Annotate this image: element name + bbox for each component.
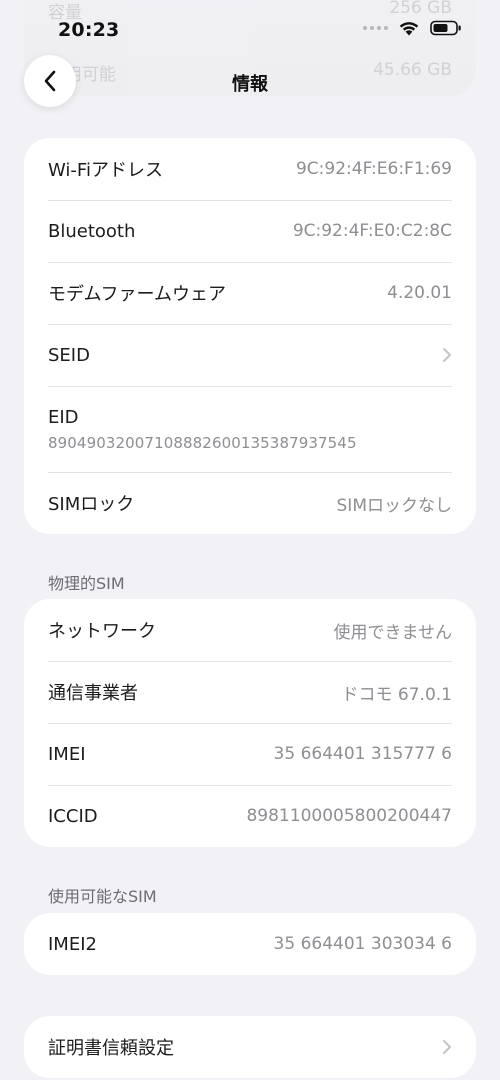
iccid-row: ICCID 8981100005800200447 [24, 785, 476, 847]
row-value: ドコモ 67.0.1 [341, 684, 452, 705]
row-label: SEID [48, 344, 90, 366]
row-value: 35 664401 315777 6 [273, 744, 452, 764]
status-bar: 20:23 [0, 0, 500, 50]
imei2-row: IMEI2 35 664401 303034 6 [24, 913, 476, 975]
row-label: IMEI2 [48, 933, 97, 955]
row-label: IMEI [48, 743, 86, 765]
row-value: 35 664401 303034 6 [273, 934, 452, 954]
row-label: 証明書信頼設定 [48, 1038, 174, 1059]
certificate-card: 証明書信頼設定 [24, 1016, 476, 1078]
row-label: EID [48, 406, 79, 428]
certificate-trust-settings-row[interactable]: 証明書信頼設定 [24, 1016, 476, 1078]
carrier-row: 通信事業者 ドコモ 67.0.1 [24, 661, 476, 723]
imei-row: IMEI 35 664401 315777 6 [24, 723, 476, 785]
sim-lock-row: SIMロック SIMロックなし [24, 472, 476, 534]
status-icons [363, 20, 462, 36]
row-value: SIMロックなし [336, 495, 452, 516]
row-value: 9C:92:4F:E0:C2:8C [292, 221, 452, 241]
eid-row: EID 89049032007108882600135387937545 [24, 386, 476, 472]
seid-row[interactable]: SEID [24, 324, 476, 386]
chevron-right-icon [442, 1039, 452, 1055]
modem-firmware-row: モデムファームウェア 4.20.01 [24, 262, 476, 324]
wifi-icon [399, 22, 419, 36]
available-sim-header: 使用可能なSIM [48, 887, 157, 906]
row-label: Wi-Fiアドレス [48, 160, 163, 181]
eid-value: 89049032007108882600135387937545 [48, 433, 357, 452]
bluetooth-row: Bluetooth 9C:92:4F:E0:C2:8C [24, 200, 476, 262]
cellular-signal-icon [363, 26, 388, 30]
network-row: ネットワーク 使用できません [24, 599, 476, 661]
battery-icon [430, 20, 461, 36]
row-label: Bluetooth [48, 220, 136, 242]
row-label: モデムファームウェア [48, 284, 227, 305]
row-value: 9C:92:4F:E6:F1:69 [295, 159, 452, 179]
network-info-card: Wi-Fiアドレス 9C:92:4F:E6:F1:69 Bluetooth 9C… [24, 138, 476, 534]
row-label: 通信事業者 [48, 683, 138, 704]
row-label: ICCID [48, 805, 98, 827]
row-value: 8981100005800200447 [246, 806, 452, 826]
page-title: 情報 [232, 74, 268, 95]
row-value: 4.20.01 [387, 283, 452, 303]
row-value: 使用できません [333, 622, 453, 643]
wifi-address-row: Wi-Fiアドレス 9C:92:4F:E6:F1:69 [24, 138, 476, 200]
physical-sim-card: ネットワーク 使用できません 通信事業者 ドコモ 67.0.1 IMEI 35 … [24, 599, 476, 847]
row-label: SIMロック [48, 494, 135, 515]
row-label: ネットワーク [48, 621, 156, 642]
physical-sim-header: 物理的SIM [48, 574, 125, 593]
status-time: 20:23 [58, 19, 120, 41]
available-sim-card: IMEI2 35 664401 303034 6 [24, 913, 476, 975]
chevron-right-icon [442, 347, 452, 363]
